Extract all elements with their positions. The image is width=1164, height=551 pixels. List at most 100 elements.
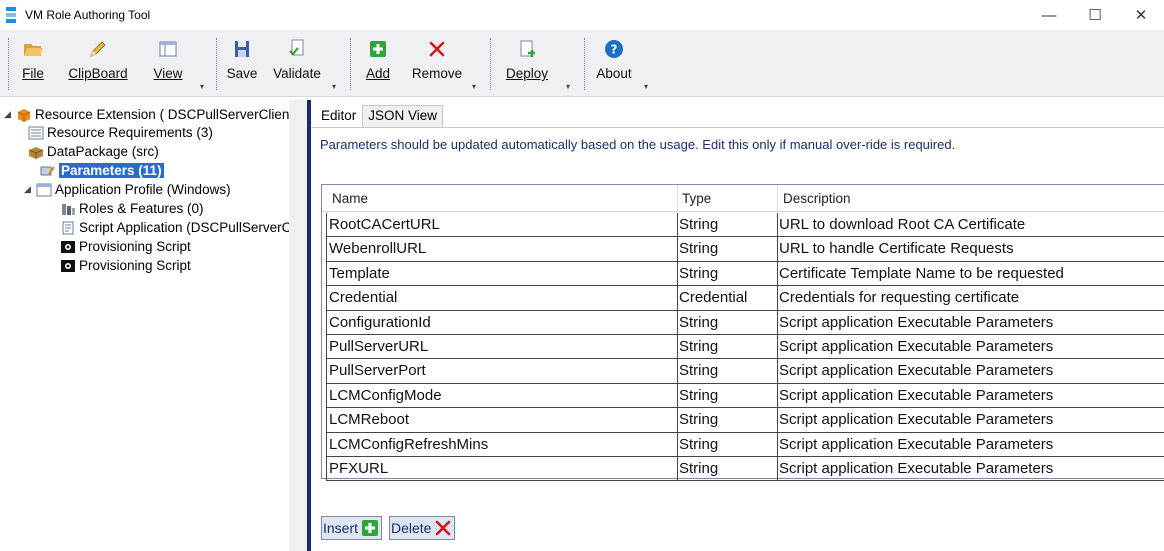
table-row[interactable]: PullServerURL String Script application … bbox=[326, 335, 1164, 360]
cell-type[interactable]: Credential bbox=[679, 289, 747, 306]
window-title: VM Role Authoring Tool bbox=[25, 8, 151, 22]
tree-item-roles-features[interactable]: Roles & Features (0) bbox=[60, 199, 204, 218]
cell-type[interactable]: String bbox=[679, 436, 718, 453]
about-button[interactable]: ? About bbox=[594, 38, 634, 81]
tree-label: Provisioning Script bbox=[79, 258, 191, 273]
floppy-disk-icon bbox=[235, 41, 249, 57]
table-row[interactable]: RootCACertURL String URL to download Roo… bbox=[326, 213, 1164, 238]
column-header-name[interactable]: Name bbox=[332, 191, 368, 206]
column-divider bbox=[777, 185, 778, 212]
cell-type[interactable]: String bbox=[679, 240, 718, 257]
tree-label: Parameters (11) bbox=[59, 163, 164, 178]
add-button[interactable]: Add bbox=[364, 38, 392, 81]
collapse-arrow-icon[interactable]: ◢ bbox=[4, 109, 16, 120]
cell-description[interactable]: Script application Executable Parameters bbox=[779, 362, 1053, 379]
cell-name[interactable]: Credential bbox=[329, 289, 397, 306]
table-row[interactable]: PFXURL String Script application Executa… bbox=[326, 457, 1164, 482]
pencil-icon bbox=[90, 41, 106, 57]
insert-button[interactable]: Insert bbox=[321, 516, 383, 540]
tree-item-datapackage[interactable]: DataPackage (src) bbox=[28, 142, 159, 161]
close-button[interactable]: ✕ bbox=[1118, 0, 1164, 30]
cell-name[interactable]: PFXURL bbox=[329, 460, 388, 477]
delete-button[interactable]: Delete bbox=[389, 516, 456, 540]
cell-name[interactable]: Template bbox=[329, 265, 390, 282]
title-bar: VM Role Authoring Tool — ☐ ✕ bbox=[0, 0, 1164, 30]
table-row[interactable]: WebenrollURL String URL to handle Certif… bbox=[326, 237, 1164, 262]
tree-label: Application Profile (Windows) bbox=[55, 182, 231, 197]
cell-type[interactable]: String bbox=[679, 216, 718, 233]
cell-description[interactable]: Script application Executable Parameters bbox=[779, 314, 1053, 331]
cell-name[interactable]: RootCACertURL bbox=[329, 216, 440, 233]
save-button[interactable]: Save bbox=[226, 38, 258, 81]
validate-dropdown-arrow[interactable]: ▾ bbox=[332, 82, 336, 91]
deploy-document-icon bbox=[520, 40, 535, 57]
cell-type[interactable]: String bbox=[679, 387, 718, 404]
view-button[interactable]: View bbox=[152, 38, 184, 81]
cell-type[interactable]: String bbox=[679, 411, 718, 428]
cell-description[interactable]: Script application Executable Parameters bbox=[779, 460, 1053, 477]
cell-name[interactable]: WebenrollURL bbox=[329, 240, 426, 257]
cell-description[interactable]: Script application Executable Parameters bbox=[779, 387, 1053, 404]
cell-name[interactable]: LCMReboot bbox=[329, 411, 409, 428]
table-row[interactable]: Credential Credential Credentials for re… bbox=[326, 286, 1164, 311]
insert-label: Insert bbox=[323, 520, 359, 536]
tree-label: Resource Extension ( DSCPullServerClien bbox=[35, 107, 290, 122]
maximize-button[interactable]: ☐ bbox=[1072, 0, 1118, 30]
table-row[interactable]: LCMReboot String Script application Exec… bbox=[326, 408, 1164, 433]
cell-type[interactable]: String bbox=[679, 265, 718, 282]
tab-editor[interactable]: Editor bbox=[315, 105, 363, 127]
validate-button[interactable]: Validate bbox=[272, 38, 322, 81]
remove-x-icon bbox=[429, 41, 445, 57]
cell-name[interactable]: LCMConfigMode bbox=[329, 387, 442, 404]
cell-description[interactable]: Certificate Template Name to be requeste… bbox=[779, 265, 1064, 282]
cell-type[interactable]: String bbox=[679, 338, 718, 355]
collapse-arrow-icon[interactable]: ◢ bbox=[24, 184, 36, 195]
minimize-button[interactable]: — bbox=[1026, 0, 1072, 30]
tab-json-view[interactable]: JSON View bbox=[362, 105, 444, 127]
tree-item-resource-extension[interactable]: ◢ Resource Extension ( DSCPullServerClie… bbox=[4, 105, 289, 124]
cell-description[interactable]: URL to download Root CA Certificate bbox=[779, 216, 1025, 233]
help-question-icon: ? bbox=[605, 40, 623, 58]
cell-name[interactable]: PullServerURL bbox=[329, 338, 428, 355]
grid-header: Name Type Description bbox=[322, 185, 1164, 212]
cell-type[interactable]: String bbox=[679, 460, 718, 477]
console-icon bbox=[61, 259, 75, 272]
about-dropdown-arrow[interactable]: ▾ bbox=[644, 82, 648, 91]
cell-name[interactable]: ConfigurationId bbox=[329, 314, 431, 331]
ribbon-separator bbox=[584, 38, 585, 90]
cell-description[interactable]: Credentials for requesting certificate bbox=[779, 289, 1019, 306]
cell-name[interactable]: PullServerPort bbox=[329, 362, 426, 379]
deploy-dropdown-arrow[interactable]: ▾ bbox=[566, 82, 570, 91]
file-button[interactable]: File bbox=[20, 38, 46, 81]
view-dropdown-arrow[interactable]: ▾ bbox=[200, 82, 204, 91]
column-header-type[interactable]: Type bbox=[682, 191, 711, 206]
column-header-description[interactable]: Description bbox=[783, 191, 851, 206]
tree-item-provisioning-script[interactable]: Provisioning Script bbox=[60, 256, 191, 275]
remove-dropdown-arrow[interactable]: ▾ bbox=[472, 82, 476, 91]
remove-button[interactable]: Remove bbox=[410, 38, 464, 81]
list-icon bbox=[28, 126, 44, 139]
cell-description[interactable]: Script application Executable Parameters bbox=[779, 338, 1053, 355]
clipboard-button[interactable]: ClipBoard bbox=[66, 38, 130, 81]
cell-description[interactable]: Script application Executable Parameters bbox=[779, 436, 1053, 453]
tree-scrollbar[interactable] bbox=[289, 100, 307, 551]
deploy-button[interactable]: Deploy bbox=[504, 38, 550, 81]
table-row[interactable]: LCMConfigRefreshMins String Script appli… bbox=[326, 432, 1164, 457]
cell-type[interactable]: String bbox=[679, 362, 718, 379]
tree-item-resource-requirements[interactable]: Resource Requirements (3) bbox=[28, 123, 213, 142]
ribbon-separator bbox=[350, 38, 351, 90]
clipboard-label: ClipBoard bbox=[68, 66, 128, 81]
tree-item-parameters[interactable]: Parameters (11) bbox=[40, 161, 164, 180]
table-row[interactable]: ConfigurationId String Script applicatio… bbox=[326, 310, 1164, 335]
cell-name[interactable]: LCMConfigRefreshMins bbox=[329, 436, 488, 453]
cell-description[interactable]: Script application Executable Parameters bbox=[779, 411, 1053, 428]
table-row[interactable]: PullServerPort String Script application… bbox=[326, 359, 1164, 384]
table-row[interactable]: Template String Certificate Template Nam… bbox=[326, 261, 1164, 287]
tree-item-provisioning-script[interactable]: Provisioning Script bbox=[60, 237, 191, 256]
table-row[interactable]: LCMConfigMode String Script application … bbox=[326, 383, 1164, 409]
tree-item-script-application[interactable]: Script Application (DSCPullServerC bbox=[60, 218, 290, 237]
console-icon bbox=[61, 240, 75, 253]
tree-item-application-profile[interactable]: ◢ Application Profile (Windows) bbox=[24, 180, 231, 199]
cell-description[interactable]: URL to handle Certificate Requests bbox=[779, 240, 1014, 257]
cell-type[interactable]: String bbox=[679, 314, 718, 331]
